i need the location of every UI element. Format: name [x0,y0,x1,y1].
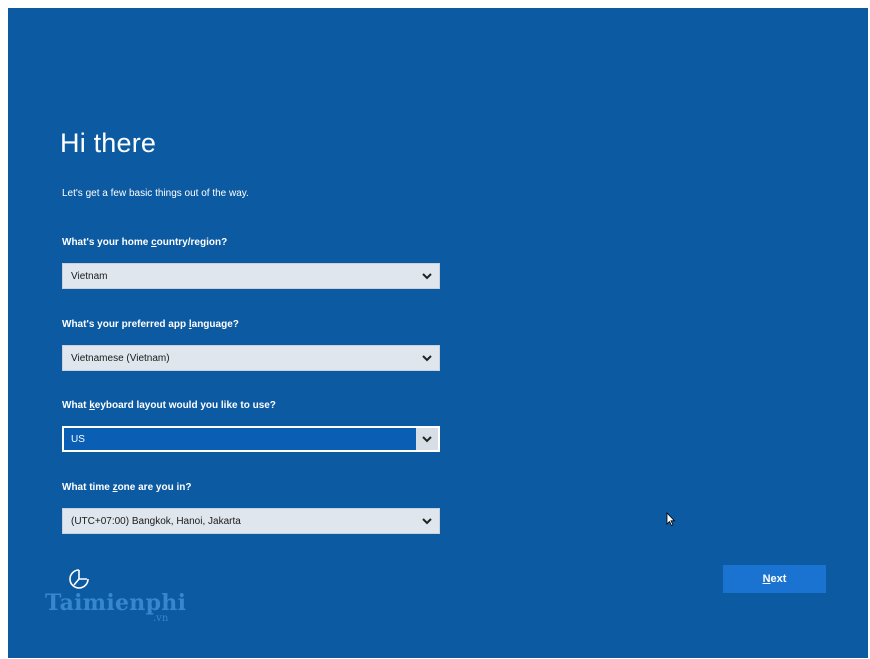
time-zone-value: (UTC+07:00) Bangkok, Hanoi, Jakarta [71,516,241,527]
chevron-down-icon [415,346,439,370]
ease-of-access-icon[interactable] [66,566,92,592]
setup-screen: Hi there Let's get a few basic things ou… [8,8,868,658]
next-button[interactable]: Next [723,565,826,593]
chevron-down-icon [415,509,439,533]
keyboard-layout-label: What keyboard layout would you like to u… [62,400,276,411]
chevron-down-icon [416,428,438,450]
mouse-cursor-icon [666,512,676,527]
time-zone-label: What time zone are you in? [62,482,192,493]
time-zone-dropdown[interactable]: (UTC+07:00) Bangkok, Hanoi, Jakarta [62,508,440,534]
app-language-dropdown[interactable]: Vietnamese (Vietnam) [62,345,440,371]
app-language-label: What's your preferred app language? [62,319,239,330]
keyboard-layout-dropdown[interactable]: US [62,426,440,452]
chevron-down-icon [415,264,439,288]
country-region-label: What's your home country/region? [62,237,228,248]
country-region-value: Vietnam [71,271,108,282]
page-title: Hi there [60,128,157,158]
keyboard-layout-value: US [71,434,85,445]
page-subtitle: Let's get a few basic things out of the … [62,188,249,199]
country-region-dropdown[interactable]: Vietnam [62,263,440,289]
watermark-domain: .vn [153,613,169,624]
app-language-value: Vietnamese (Vietnam) [71,353,170,364]
